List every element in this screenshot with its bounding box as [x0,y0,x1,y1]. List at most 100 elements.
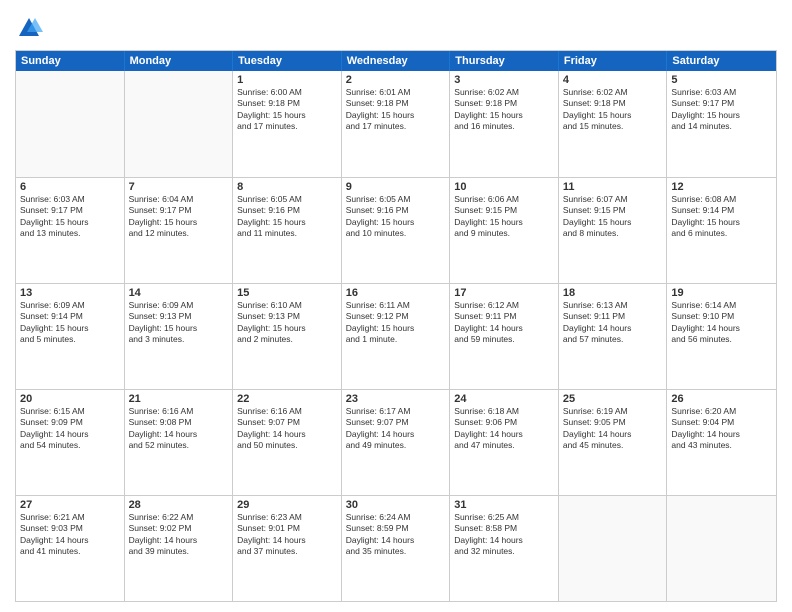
cell-text: Sunrise: 6:20 AM Sunset: 9:04 PM Dayligh… [671,406,772,452]
cell-text: Sunrise: 6:12 AM Sunset: 9:11 PM Dayligh… [454,300,554,346]
calendar-cell: 14Sunrise: 6:09 AM Sunset: 9:13 PM Dayli… [125,284,234,389]
logo-icon [15,14,43,42]
calendar-cell: 27Sunrise: 6:21 AM Sunset: 9:03 PM Dayli… [16,496,125,601]
calendar-cell: 9Sunrise: 6:05 AM Sunset: 9:16 PM Daylig… [342,178,451,283]
day-number: 23 [346,393,446,405]
day-number: 6 [20,181,120,193]
calendar-cell [667,496,776,601]
calendar-cell [16,71,125,177]
day-number: 3 [454,74,554,86]
day-number: 10 [454,181,554,193]
logo [15,14,47,42]
calendar-cell: 5Sunrise: 6:03 AM Sunset: 9:17 PM Daylig… [667,71,776,177]
cell-text: Sunrise: 6:21 AM Sunset: 9:03 PM Dayligh… [20,512,120,558]
cell-text: Sunrise: 6:04 AM Sunset: 9:17 PM Dayligh… [129,194,229,240]
calendar-cell: 8Sunrise: 6:05 AM Sunset: 9:16 PM Daylig… [233,178,342,283]
day-number: 22 [237,393,337,405]
header-day-friday: Friday [559,51,668,71]
calendar-cell: 22Sunrise: 6:16 AM Sunset: 9:07 PM Dayli… [233,390,342,495]
calendar-body: 1Sunrise: 6:00 AM Sunset: 9:18 PM Daylig… [16,71,776,601]
calendar-row-5: 27Sunrise: 6:21 AM Sunset: 9:03 PM Dayli… [16,495,776,601]
day-number: 27 [20,499,120,511]
calendar-cell: 10Sunrise: 6:06 AM Sunset: 9:15 PM Dayli… [450,178,559,283]
cell-text: Sunrise: 6:22 AM Sunset: 9:02 PM Dayligh… [129,512,229,558]
cell-text: Sunrise: 6:05 AM Sunset: 9:16 PM Dayligh… [237,194,337,240]
cell-text: Sunrise: 6:07 AM Sunset: 9:15 PM Dayligh… [563,194,663,240]
calendar-cell: 30Sunrise: 6:24 AM Sunset: 8:59 PM Dayli… [342,496,451,601]
calendar-cell: 26Sunrise: 6:20 AM Sunset: 9:04 PM Dayli… [667,390,776,495]
cell-text: Sunrise: 6:15 AM Sunset: 9:09 PM Dayligh… [20,406,120,452]
day-number: 29 [237,499,337,511]
calendar-row-1: 1Sunrise: 6:00 AM Sunset: 9:18 PM Daylig… [16,71,776,177]
header-day-sunday: Sunday [16,51,125,71]
cell-text: Sunrise: 6:25 AM Sunset: 8:58 PM Dayligh… [454,512,554,558]
cell-text: Sunrise: 6:23 AM Sunset: 9:01 PM Dayligh… [237,512,337,558]
day-number: 5 [671,74,772,86]
cell-text: Sunrise: 6:17 AM Sunset: 9:07 PM Dayligh… [346,406,446,452]
cell-text: Sunrise: 6:18 AM Sunset: 9:06 PM Dayligh… [454,406,554,452]
calendar-cell: 13Sunrise: 6:09 AM Sunset: 9:14 PM Dayli… [16,284,125,389]
calendar-cell: 3Sunrise: 6:02 AM Sunset: 9:18 PM Daylig… [450,71,559,177]
header-day-wednesday: Wednesday [342,51,451,71]
calendar-cell: 24Sunrise: 6:18 AM Sunset: 9:06 PM Dayli… [450,390,559,495]
cell-text: Sunrise: 6:01 AM Sunset: 9:18 PM Dayligh… [346,87,446,133]
day-number: 1 [237,74,337,86]
calendar-cell: 18Sunrise: 6:13 AM Sunset: 9:11 PM Dayli… [559,284,668,389]
cell-text: Sunrise: 6:19 AM Sunset: 9:05 PM Dayligh… [563,406,663,452]
calendar-cell: 6Sunrise: 6:03 AM Sunset: 9:17 PM Daylig… [16,178,125,283]
day-number: 7 [129,181,229,193]
calendar-cell [125,71,234,177]
calendar-cell: 28Sunrise: 6:22 AM Sunset: 9:02 PM Dayli… [125,496,234,601]
day-number: 15 [237,287,337,299]
header-day-tuesday: Tuesday [233,51,342,71]
day-number: 13 [20,287,120,299]
day-number: 20 [20,393,120,405]
calendar-cell: 7Sunrise: 6:04 AM Sunset: 9:17 PM Daylig… [125,178,234,283]
day-number: 21 [129,393,229,405]
header [15,10,777,42]
cell-text: Sunrise: 6:03 AM Sunset: 9:17 PM Dayligh… [671,87,772,133]
calendar-cell: 29Sunrise: 6:23 AM Sunset: 9:01 PM Dayli… [233,496,342,601]
day-number: 31 [454,499,554,511]
cell-text: Sunrise: 6:14 AM Sunset: 9:10 PM Dayligh… [671,300,772,346]
day-number: 24 [454,393,554,405]
cell-text: Sunrise: 6:09 AM Sunset: 9:13 PM Dayligh… [129,300,229,346]
cell-text: Sunrise: 6:02 AM Sunset: 9:18 PM Dayligh… [563,87,663,133]
day-number: 17 [454,287,554,299]
day-number: 26 [671,393,772,405]
cell-text: Sunrise: 6:24 AM Sunset: 8:59 PM Dayligh… [346,512,446,558]
header-day-monday: Monday [125,51,234,71]
day-number: 4 [563,74,663,86]
day-number: 14 [129,287,229,299]
cell-text: Sunrise: 6:16 AM Sunset: 9:08 PM Dayligh… [129,406,229,452]
day-number: 8 [237,181,337,193]
day-number: 30 [346,499,446,511]
calendar-cell: 21Sunrise: 6:16 AM Sunset: 9:08 PM Dayli… [125,390,234,495]
day-number: 2 [346,74,446,86]
day-number: 18 [563,287,663,299]
cell-text: Sunrise: 6:09 AM Sunset: 9:14 PM Dayligh… [20,300,120,346]
calendar-cell: 31Sunrise: 6:25 AM Sunset: 8:58 PM Dayli… [450,496,559,601]
header-day-thursday: Thursday [450,51,559,71]
day-number: 28 [129,499,229,511]
cell-text: Sunrise: 6:13 AM Sunset: 9:11 PM Dayligh… [563,300,663,346]
cell-text: Sunrise: 6:02 AM Sunset: 9:18 PM Dayligh… [454,87,554,133]
calendar-cell: 25Sunrise: 6:19 AM Sunset: 9:05 PM Dayli… [559,390,668,495]
calendar-cell: 11Sunrise: 6:07 AM Sunset: 9:15 PM Dayli… [559,178,668,283]
cell-text: Sunrise: 6:06 AM Sunset: 9:15 PM Dayligh… [454,194,554,240]
calendar-cell: 16Sunrise: 6:11 AM Sunset: 9:12 PM Dayli… [342,284,451,389]
header-day-saturday: Saturday [667,51,776,71]
cell-text: Sunrise: 6:08 AM Sunset: 9:14 PM Dayligh… [671,194,772,240]
calendar-cell: 4Sunrise: 6:02 AM Sunset: 9:18 PM Daylig… [559,71,668,177]
calendar-row-2: 6Sunrise: 6:03 AM Sunset: 9:17 PM Daylig… [16,177,776,283]
calendar-cell [559,496,668,601]
cell-text: Sunrise: 6:05 AM Sunset: 9:16 PM Dayligh… [346,194,446,240]
calendar-cell: 1Sunrise: 6:00 AM Sunset: 9:18 PM Daylig… [233,71,342,177]
day-number: 11 [563,181,663,193]
calendar-cell: 23Sunrise: 6:17 AM Sunset: 9:07 PM Dayli… [342,390,451,495]
day-number: 19 [671,287,772,299]
day-number: 25 [563,393,663,405]
calendar-cell: 12Sunrise: 6:08 AM Sunset: 9:14 PM Dayli… [667,178,776,283]
calendar: SundayMondayTuesdayWednesdayThursdayFrid… [15,50,777,602]
calendar-row-3: 13Sunrise: 6:09 AM Sunset: 9:14 PM Dayli… [16,283,776,389]
